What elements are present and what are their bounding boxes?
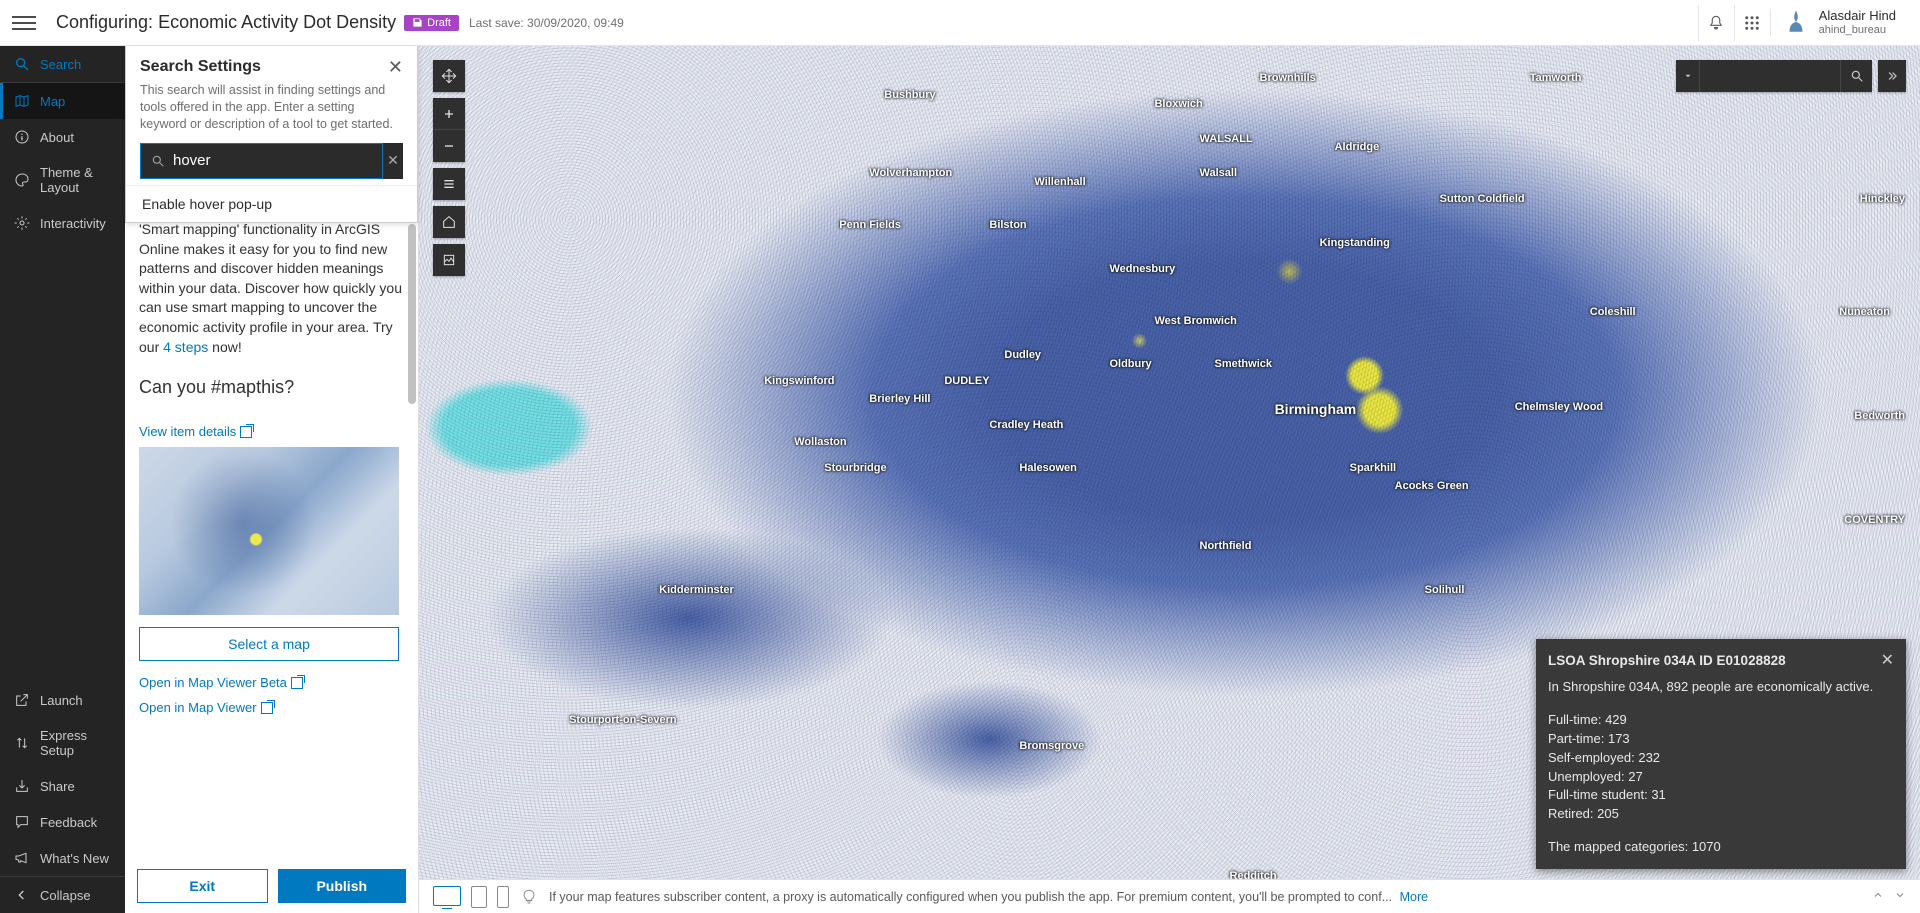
search-source-dropdown[interactable] [1676,60,1700,92]
nav-about[interactable]: About [0,119,125,155]
legend-icon[interactable] [433,168,465,200]
popup-total: The mapped categories: 1070 [1548,838,1894,857]
popup-close-icon[interactable]: ✕ [1881,649,1894,672]
nav-collapse[interactable]: Collapse [0,877,125,913]
device-preview-toggle [433,886,509,908]
select-map-button[interactable]: Select a map [139,627,399,661]
search-suggestion-item[interactable]: Enable hover pop-up [126,186,417,222]
notifications-icon[interactable] [1698,5,1734,41]
user-handle: ahind_bureau [1819,24,1896,36]
launch-icon [14,692,30,708]
hamburger-menu-icon[interactable] [12,11,36,35]
map-icon [14,93,30,109]
popup-stats: Full-time: 429 Part-time: 173 Self-emplo… [1548,711,1894,824]
zoom-out-icon[interactable] [433,130,465,162]
app-header: Configuring: Economic Activity Dot Densi… [0,0,1920,46]
page-title: Configuring: Economic Activity Dot Densi… [56,12,396,33]
footer-bar: If your map features subscriber content,… [419,879,1920,913]
chevron-down-icon [1683,71,1693,81]
footer-more-link[interactable]: More [1400,890,1428,904]
search-icon [14,56,30,72]
close-icon[interactable]: ✕ [388,58,403,76]
avatar-icon [1783,9,1809,35]
nav-theme-layout[interactable]: Theme & Layout [0,155,125,205]
map-thumbnail [139,447,399,615]
external-link-icon [291,677,303,689]
nav-feedback[interactable]: Feedback [0,804,125,840]
view-item-details-link[interactable]: View item details [139,424,252,439]
app-launcher-icon[interactable] [1734,5,1770,41]
open-map-viewer-beta-link[interactable]: Open in Map Viewer Beta [139,675,404,690]
user-name: Alasdair Hind [1819,9,1896,23]
search-icon [151,154,165,168]
feedback-icon [14,814,30,830]
map-canvas-area[interactable]: Birmingham Wolverhampton WALSALL Walsall… [419,46,1920,913]
gear-icon [14,215,30,231]
phone-preview-icon[interactable] [497,886,509,908]
search-icon [1850,69,1864,83]
zoom-in-icon[interactable] [433,98,465,130]
search-settings-title: Search Settings [140,58,261,76]
external-link-icon [261,702,273,714]
search-settings-input[interactable] [173,152,372,169]
tip-bulb-icon [521,889,537,905]
popup-title: LSOA Shropshire 034A ID E01028828 [1548,651,1786,671]
map-tools [433,60,465,276]
map-subheading: Can you #mapthis? [139,377,404,398]
map-search-button[interactable] [1840,60,1872,92]
nav-map[interactable]: Map [0,83,125,119]
basemap-icon[interactable] [433,244,465,276]
home-icon[interactable] [433,206,465,238]
move-tool-icon[interactable] [433,60,465,92]
nav-whats-new[interactable]: What's New [0,840,125,876]
last-save-text: Last save: 30/09/2020, 09:49 [469,16,624,30]
user-menu[interactable]: Alasdair Hind ahind_bureau [1770,9,1908,35]
open-map-viewer-link[interactable]: Open in Map Viewer [139,700,404,715]
exit-button[interactable]: Exit [137,869,268,903]
footer-tip-text: If your map features subscriber content,… [549,890,1860,904]
expand-search-icon[interactable] [1878,60,1906,92]
clear-search-icon[interactable]: ✕ [383,143,403,179]
nav-interactivity[interactable]: Interactivity [0,205,125,241]
tablet-preview-icon[interactable] [471,886,487,908]
external-link-icon [240,426,252,438]
search-suggestions: Enable hover pop-up [126,185,417,222]
nav-launch[interactable]: Launch [0,682,125,718]
nav-express-setup[interactable]: Express Setup [0,718,125,768]
tip-next-icon[interactable] [1894,889,1906,904]
desktop-preview-icon[interactable] [433,886,461,906]
nav-search[interactable]: Search [0,46,125,82]
share-icon [14,778,30,794]
popup-intro: In Shropshire 034A, 892 people are econo… [1548,678,1894,697]
publish-button[interactable]: Publish [278,869,407,903]
search-settings-description: This search will assist in finding setti… [140,82,403,133]
map-description: 'Smart mapping' functionality in ArcGIS … [139,220,404,357]
feature-popup: LSOA Shropshire 034A ID E01028828 ✕ In S… [1536,639,1906,869]
draft-badge: Draft [404,15,459,31]
left-nav: Search Map About Theme & Layout Interact… [0,46,125,913]
info-icon [14,129,30,145]
map-search-bar [1676,60,1872,92]
search-settings-input-wrap[interactable] [140,143,383,179]
nav-share[interactable]: Share [0,768,125,804]
search-settings-panel: Search Settings ✕ This search will assis… [125,46,418,223]
tip-prev-icon[interactable] [1872,889,1884,904]
chevron-right-double-icon [1885,69,1899,83]
express-icon [14,735,30,751]
chevron-left-icon [14,887,30,903]
config-side-panel: Search Settings ✕ This search will assis… [125,46,419,913]
steps-link[interactable]: 4 steps [163,339,208,355]
save-icon [412,17,423,28]
palette-icon [14,172,30,188]
panel-scrollbar[interactable] [406,214,416,859]
map-search-input[interactable] [1700,60,1840,92]
megaphone-icon [14,850,30,866]
